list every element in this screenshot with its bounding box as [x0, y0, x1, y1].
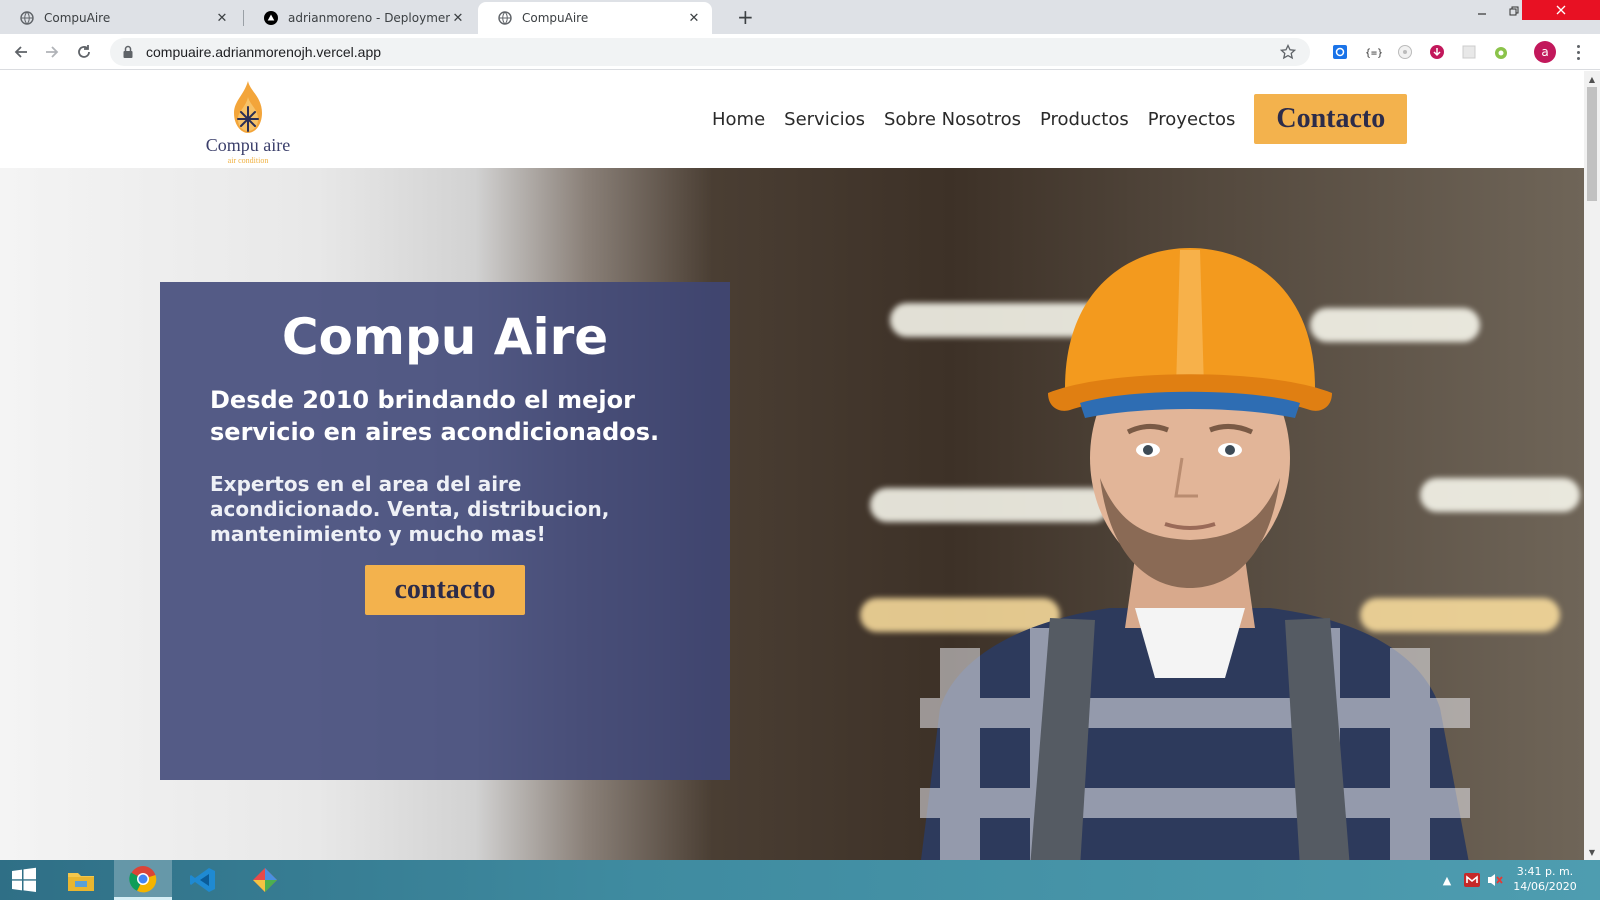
back-icon[interactable]: [9, 40, 33, 64]
browser-tab-3[interactable]: CompuAire ✕: [478, 2, 712, 34]
globe-icon: [498, 11, 512, 25]
vscode-icon[interactable]: [174, 860, 232, 900]
close-window-icon[interactable]: [1522, 0, 1600, 20]
file-explorer-icon[interactable]: [52, 860, 110, 900]
new-tab-button[interactable]: +: [737, 5, 754, 29]
forward-icon[interactable]: [40, 40, 64, 64]
scroll-down-arrow-icon[interactable]: ▼: [1584, 844, 1600, 860]
flame-snowflake-logo-icon: [234, 81, 262, 133]
windows-start-icon[interactable]: [0, 860, 48, 900]
logo-name: Compu aire: [205, 135, 291, 155]
lock-icon: [123, 45, 133, 58]
profile-avatar[interactable]: a: [1534, 41, 1556, 63]
hero-card: Compu Aire Desde 2010 brindando el mejor…: [160, 282, 730, 780]
hero-section: Compu Aire Desde 2010 brindando el mejor…: [0, 168, 1584, 860]
page-scrollbar[interactable]: ▲ ▼: [1584, 71, 1600, 860]
svg-text:{=}: {=}: [1365, 48, 1382, 59]
extension-6-icon[interactable]: [1491, 42, 1511, 62]
site-logo[interactable]: Compu aire air condition: [200, 79, 296, 165]
extension-5-icon[interactable]: [1459, 42, 1479, 62]
tray-volume-muted-icon[interactable]: [1484, 860, 1506, 900]
extension-json-icon[interactable]: {=}: [1363, 42, 1383, 62]
nav-productos[interactable]: Productos: [1040, 109, 1129, 130]
tab-title: adrianmoreno - Deployment Ove: [288, 11, 450, 25]
logo-tagline: air condition: [227, 156, 269, 165]
vercel-icon: [264, 11, 278, 25]
windows-taskbar: ▲ 3:41 p. m. 14/06/2020: [0, 860, 1600, 900]
globe-icon: [20, 11, 34, 25]
nav-proyectos[interactable]: Proyectos: [1148, 109, 1236, 130]
url-text: compuaire.adrianmorenojh.vercel.app: [146, 44, 382, 60]
browser-tab-2[interactable]: adrianmoreno - Deployment Ove ✕: [244, 2, 476, 34]
clock-date: 14/06/2020: [1513, 880, 1577, 893]
minimize-icon[interactable]: [1466, 0, 1498, 22]
scroll-up-arrow-icon[interactable]: ▲: [1584, 71, 1600, 87]
extension-1-icon[interactable]: [1330, 42, 1350, 62]
main-nav: Home Servicios Sobre Nosotros Productos …: [712, 94, 1408, 144]
browser-tab-1[interactable]: CompuAire ✕: [0, 2, 240, 34]
browser-toolbar: compuaire.adrianmorenojh.vercel.app {=} …: [0, 34, 1600, 70]
chrome-icon[interactable]: [114, 860, 172, 900]
hero-subtitle: Desde 2010 brindando el mejor servicio e…: [210, 386, 660, 446]
close-tab-icon[interactable]: ✕: [450, 11, 466, 26]
worker-photo: [920, 248, 1470, 860]
bookmark-star-icon[interactable]: [1280, 44, 1296, 60]
clock-time: 3:41 p. m.: [1516, 865, 1574, 878]
tray-expand-icon[interactable]: ▲: [1440, 860, 1454, 900]
scrollbar-thumb[interactable]: [1587, 87, 1597, 201]
nav-contacto-button[interactable]: Contacto: [1254, 94, 1408, 144]
system-clock[interactable]: 3:41 p. m. 14/06/2020: [1505, 864, 1585, 894]
extension-4-icon[interactable]: [1427, 42, 1447, 62]
hero-description: Expertos en el area del aire acondiciona…: [210, 472, 610, 546]
page-viewport: Compu aire air condition Home Servicios …: [0, 71, 1584, 860]
site-header: Compu aire air condition Home Servicios …: [0, 71, 1584, 171]
menu-kebab-icon[interactable]: [1570, 42, 1586, 62]
close-tab-icon[interactable]: ✕: [686, 11, 702, 26]
extension-3-icon[interactable]: [1395, 42, 1415, 62]
reload-icon[interactable]: [72, 40, 96, 64]
close-tab-icon[interactable]: ✕: [214, 11, 230, 26]
tray-mail-icon[interactable]: [1462, 860, 1482, 900]
app-icon[interactable]: [236, 860, 294, 900]
tab-title: CompuAire: [44, 11, 111, 25]
browser-tabstrip: CompuAire ✕ adrianmoreno - Deployment Ov…: [0, 0, 1600, 34]
hero-title: Compu Aire: [281, 308, 609, 366]
address-bar[interactable]: compuaire.adrianmorenojh.vercel.app: [110, 38, 1310, 66]
tab-title: CompuAire: [522, 11, 589, 25]
nav-sobre-nosotros[interactable]: Sobre Nosotros: [884, 109, 1021, 130]
nav-home[interactable]: Home: [712, 109, 765, 130]
nav-servicios[interactable]: Servicios: [784, 109, 865, 130]
hero-contacto-button[interactable]: contacto: [365, 565, 525, 615]
